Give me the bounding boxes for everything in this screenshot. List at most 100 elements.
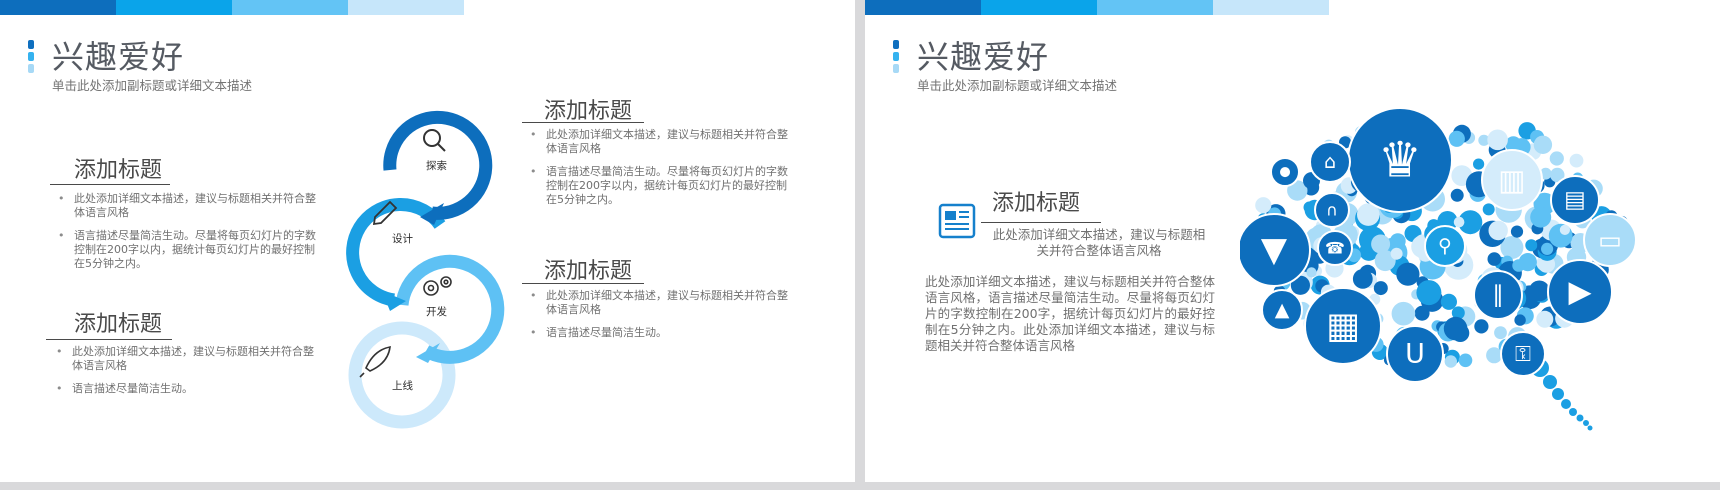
newspaper-icon xyxy=(938,203,976,239)
heading-divider xyxy=(981,222,1101,223)
bubble-dot xyxy=(1450,188,1464,202)
speech-bubble-icon-cloud: ♛ ● ⌂ ∩ ▥ ▤ ▼ ☎ ⚲ ▭ ∥ ▲ ▦ ▶ U ⚿ xyxy=(1240,107,1637,431)
slide-hobbies-icons[interactable]: 兴趣爱好 单击此处添加副标题或详细文本描述 添加标题 此处添加详细文本描述，建议… xyxy=(865,0,1720,482)
svg-text:▤: ▤ xyxy=(1564,187,1586,213)
svg-text:●: ● xyxy=(1279,165,1290,180)
bubble-dot xyxy=(1396,262,1420,286)
bubble-dot xyxy=(1416,280,1442,306)
svg-text:▲: ▲ xyxy=(1275,299,1290,321)
svg-text:☎: ☎ xyxy=(1325,239,1345,258)
bubble-tail-dot xyxy=(1561,399,1571,409)
block-title-right-lower: 添加标题 xyxy=(544,259,633,284)
step-label-design: 设计 xyxy=(392,233,413,245)
bubble-tail-dot xyxy=(1587,425,1593,431)
magnifier-icon xyxy=(423,129,446,152)
magnet-icon: ∩ xyxy=(1314,192,1350,228)
bubble-dot xyxy=(1512,259,1525,272)
video-icon: ▶ xyxy=(1547,259,1613,325)
crown-icon: ♛ xyxy=(1347,107,1453,213)
bullet-item: 语言描述尽量简洁生动。尽量将每页幻灯片的字数控制在200字以内，据统计每页幻灯片… xyxy=(524,165,794,207)
wallet-icon: ▤ xyxy=(1550,175,1600,225)
bubble-dot xyxy=(1494,326,1507,340)
slide-hobbies-steps[interactable]: 兴趣爱好 单击此处添加副标题或详细文本描述 添加标题 此处添加详细文本描述，建议… xyxy=(0,0,855,482)
bubble-dot xyxy=(1487,252,1502,266)
svg-text:♛: ♛ xyxy=(1378,132,1422,189)
body-paragraph: 此处添加详细文本描述，建议与标题相关并符合整体语言风格，语言描述尽量简洁生动。尽… xyxy=(925,274,1215,353)
title-accent-marker xyxy=(28,40,34,74)
svg-text:▦: ▦ xyxy=(1326,306,1360,347)
process-rings-diagram xyxy=(346,110,505,429)
bubble-dot xyxy=(1474,319,1489,334)
gears-icon xyxy=(423,276,452,296)
bullet-item: 此处添加详细文本描述，建议与标题相关并符合整体语言风格 xyxy=(524,289,794,317)
svg-text:▭: ▭ xyxy=(1598,226,1622,255)
bullet-list-left-upper: 此处添加详细文本描述，建议与标题相关并符合整体语言风格 语言描述尽量简洁生动。尽… xyxy=(52,192,320,280)
block-divider xyxy=(46,339,172,340)
svg-text:⌂: ⌂ xyxy=(1324,151,1336,173)
top-color-bar xyxy=(865,0,1329,15)
step-label-explore: 探索 xyxy=(426,160,447,172)
bubble-tail-dot xyxy=(1569,408,1577,416)
tag-icon: ⌂ xyxy=(1309,141,1351,183)
slide-title: 兴趣爱好 xyxy=(52,38,185,76)
step-label-launch: 上线 xyxy=(392,380,413,392)
bullet-item: 此处添加详细文本描述，建议与标题相关并符合整体语言风格 xyxy=(50,345,318,373)
block-divider xyxy=(50,184,170,185)
bubble-dot xyxy=(1352,269,1373,289)
svg-text:U: U xyxy=(1405,339,1425,370)
apple-icon: ● xyxy=(1270,157,1300,187)
bubble-dot xyxy=(1453,216,1465,228)
broom-icon: ⚲ xyxy=(1424,225,1466,267)
bubble-dot xyxy=(1528,280,1550,302)
bubble-tail-dot xyxy=(1576,414,1584,422)
bubble-dot xyxy=(1541,242,1554,255)
bubble-dot xyxy=(1440,293,1457,310)
bubble-dot xyxy=(1487,129,1508,151)
calculator-icon: ▦ xyxy=(1304,287,1382,365)
bubble-dot xyxy=(1414,305,1430,321)
bubble-dot xyxy=(1444,355,1457,368)
bullet-list-right-lower: 此处添加详细文本描述，建议与标题相关并符合整体语言风格 语言描述尽量简洁生动。 xyxy=(524,289,794,349)
slides-canvas: 兴趣爱好 单击此处添加副标题或详细文本描述 添加标题 此处添加详细文本描述，建议… xyxy=(0,0,1720,490)
bubble-dot xyxy=(1514,314,1526,326)
bubble-dot xyxy=(1482,203,1495,216)
bubble-dot xyxy=(1525,239,1538,252)
block-title-right-upper: 添加标题 xyxy=(544,99,633,124)
bubble-dot xyxy=(1448,130,1465,147)
ring-develop xyxy=(395,254,505,364)
bubble-dot xyxy=(1569,153,1584,168)
block-title-left-lower: 添加标题 xyxy=(74,312,163,337)
bullet-list-left-lower: 此处添加详细文本描述，建议与标题相关并符合整体语言风格 语言描述尽量简洁生动。 xyxy=(50,345,318,405)
ring-launch xyxy=(348,321,456,429)
bubble-tail-dot xyxy=(1543,375,1557,389)
bubble-dot xyxy=(1373,281,1388,296)
bubble-dot xyxy=(1390,247,1403,260)
cup-icon: U xyxy=(1386,325,1444,383)
bubble-dot xyxy=(1391,301,1416,326)
bubble-dot xyxy=(1530,206,1552,228)
title-accent-marker xyxy=(893,40,899,74)
bubble-tail-dot xyxy=(1583,420,1589,426)
slide-subtitle: 单击此处添加副标题或详细文本描述 xyxy=(917,78,1118,93)
svg-text:⚲: ⚲ xyxy=(1438,235,1452,257)
lock-icon: ⚿ xyxy=(1500,331,1546,377)
bubble-dot xyxy=(1488,220,1508,241)
bubble-dot xyxy=(1306,267,1317,278)
svg-text:∩: ∩ xyxy=(1326,201,1338,220)
bubble-dot xyxy=(1443,316,1468,341)
block-divider xyxy=(522,122,644,123)
bubble-dot xyxy=(1371,234,1391,254)
svg-text:▥: ▥ xyxy=(1498,163,1525,197)
step-label-develop: 开发 xyxy=(426,306,447,318)
bullet-item: 此处添加详细文本描述，建议与标题相关并符合整体语言风格 xyxy=(524,128,794,156)
bubble-dot xyxy=(1549,151,1564,166)
svg-text:▼: ▼ xyxy=(1261,230,1288,270)
bullet-item: 语言描述尽量简洁生动。 xyxy=(524,326,794,340)
phone-icon: ☎ xyxy=(1317,230,1353,266)
bubble-dot xyxy=(1533,135,1553,154)
bubble-dot xyxy=(1536,310,1554,328)
bubble-dot xyxy=(1559,224,1570,235)
bullet-item: 此处添加详细文本描述，建议与标题相关并符合整体语言风格 xyxy=(52,192,320,220)
slide-subtitle: 单击此处添加副标题或详细文本描述 xyxy=(52,78,253,93)
heading-title: 添加标题 xyxy=(992,191,1081,216)
